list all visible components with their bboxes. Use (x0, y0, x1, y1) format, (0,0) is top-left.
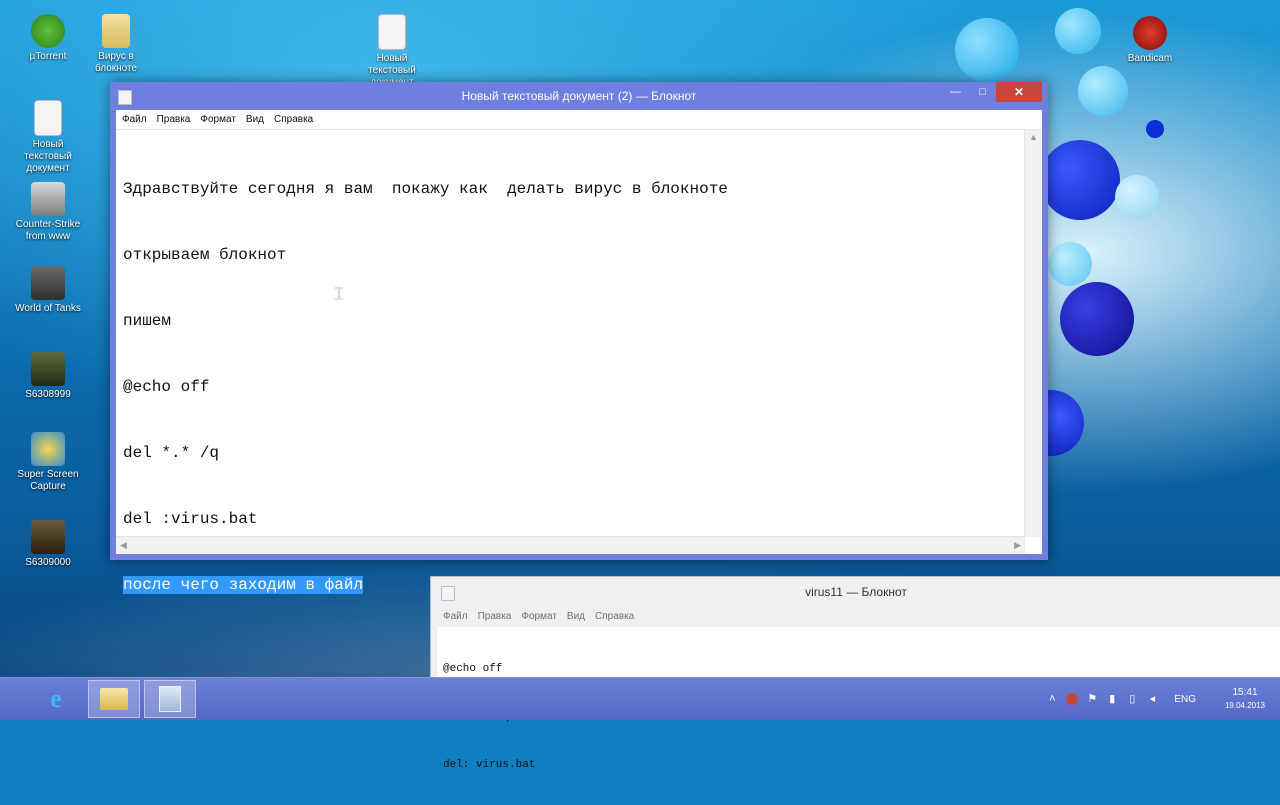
clock-date: 19.04.2013 (1224, 701, 1266, 710)
notepad-icon (118, 90, 132, 105)
desktop-icon-label: Super Screen Capture (17, 469, 79, 492)
wallpaper-bubble (955, 18, 1019, 82)
wallpaper-bubble (1078, 66, 1128, 116)
taskbar-internet-explorer[interactable]: e (30, 680, 82, 718)
taskbar-notepad[interactable] (144, 680, 196, 718)
network-icon[interactable]: ▮ (1106, 693, 1118, 705)
notepad-icon (441, 586, 455, 601)
scroll-right-arrow-icon[interactable]: ▶ (1014, 540, 1021, 551)
wallpaper-bubble (1048, 390, 1084, 456)
menu-file[interactable]: Файл (122, 110, 147, 129)
screen-capture-icon (31, 432, 65, 466)
wallpaper-bubble (1060, 282, 1134, 356)
counter-strike-icon (31, 182, 65, 216)
taskbar: e ˄ ⚑ ▮ ▯ ◂ ENG 15:41 19.04.2013 (0, 677, 1280, 720)
desktop-icon-text-document[interactable]: Новый текстовый документ (12, 100, 84, 175)
title-bar[interactable]: Новый текстовый документ (2) — Блокнот —… (110, 82, 1048, 110)
internet-explorer-icon: e (50, 684, 62, 713)
flag-icon[interactable]: ⚑ (1086, 693, 1098, 705)
text-line: @echo off (123, 378, 210, 396)
desktop-icon-label: Counter-Strike from www (15, 219, 81, 242)
folder-icon (100, 688, 128, 710)
text-cursor-icon: ⌶ (334, 286, 344, 303)
scroll-up-arrow-icon[interactable]: ▲ (1029, 132, 1038, 142)
editor-text: Здравствуйте сегодня я вам покажу как де… (123, 134, 1018, 640)
selected-text: после чего заходим в файл (123, 576, 364, 594)
text-line: открываем блокнот (123, 246, 287, 264)
text-line: del: virus.bat (443, 759, 536, 771)
desktop-icon-label: µTorrent (29, 51, 67, 62)
minimize-button[interactable]: — (942, 82, 969, 102)
world-of-tanks-icon (31, 266, 65, 300)
desktop-icon-label: S6308999 (25, 389, 71, 400)
text-line: del :virus.bat (123, 510, 258, 528)
wallpaper-bubble (1115, 175, 1159, 219)
desktop-icon-label: World of Tanks (15, 303, 81, 314)
menu-view[interactable]: Вид (567, 607, 585, 627)
text-line: пишем (123, 312, 172, 330)
wallpaper-bubble (1055, 8, 1101, 54)
desktop-icon-label: S6309000 (25, 557, 71, 568)
menu-edit[interactable]: Правка (157, 110, 191, 129)
video-file-icon (31, 352, 65, 386)
language-indicator[interactable]: ENG (1174, 694, 1196, 705)
wallpaper-bubble (1146, 120, 1164, 138)
text-line: Здравствуйте сегодня я вам покажу как де… (123, 180, 728, 198)
desktop-icon-label: Bandicam (1127, 53, 1173, 64)
title-bar[interactable]: virus11 — Блокнот (431, 577, 1280, 607)
desktop-icon-utorrent[interactable]: µTorrent (12, 14, 84, 63)
notepad-window-main[interactable]: Новый текстовый документ (2) — Блокнот —… (110, 82, 1048, 594)
show-hidden-icons-icon[interactable]: ˄ (1046, 693, 1058, 705)
desktop-icon-s6308999[interactable]: S6308999 (12, 352, 84, 401)
clock-time: 15:41 (1232, 687, 1258, 698)
video-file-icon (31, 520, 65, 554)
notepad-window-virus11[interactable]: virus11 — Блокнот Файл Правка Формат Вид… (430, 576, 1280, 771)
bandicam-icon (1133, 16, 1167, 50)
taskbar-file-explorer[interactable] (88, 680, 140, 718)
desktop-icon-virus-folder[interactable]: Вирус в блокноте (80, 14, 152, 75)
close-button[interactable]: ✕ (996, 82, 1042, 102)
scroll-left-arrow-icon[interactable]: ◀ (120, 540, 127, 551)
volume-icon[interactable]: ◂ (1146, 693, 1158, 705)
menu-format[interactable]: Формат (200, 110, 236, 129)
battery-icon[interactable]: ▯ (1126, 693, 1138, 705)
desktop-icon-label: Вирус в блокноте (94, 51, 138, 74)
menu-bar: Файл Правка Формат Вид Справка (116, 110, 1042, 130)
menu-view[interactable]: Вид (246, 110, 264, 129)
horizontal-scrollbar[interactable]: ◀ ▶ (116, 536, 1025, 554)
clock[interactable]: 15:41 19.04.2013 (1210, 686, 1280, 712)
vertical-scrollbar[interactable]: ▲ (1024, 130, 1042, 537)
text-file-icon (378, 14, 406, 50)
utorrent-icon (31, 14, 65, 48)
window-title: virus11 — Блокнот (805, 585, 907, 599)
desktop-icon-counter-strike[interactable]: Counter-Strike from www (12, 182, 84, 243)
text-line: @echo off (443, 663, 503, 675)
desktop-icon-label: Новый текстовый документ (24, 139, 72, 174)
menu-bar: Файл Правка Формат Вид Справка (437, 607, 1280, 627)
menu-help[interactable]: Справка (595, 607, 634, 627)
system-tray: ˄ ⚑ ▮ ▯ ◂ ENG 15:41 19.04.2013 (1042, 678, 1280, 720)
desktop-icon-s6309000[interactable]: S6309000 (12, 520, 84, 569)
desktop-icon-text-document-top[interactable]: Новый текстовый документ (356, 14, 428, 89)
notepad-icon (159, 686, 181, 712)
bandicam-tray-icon[interactable] (1066, 693, 1079, 705)
wallpaper-bubble (1040, 140, 1120, 220)
menu-format[interactable]: Формат (521, 607, 557, 627)
folder-icon (102, 14, 130, 48)
text-file-icon (34, 100, 62, 136)
menu-edit[interactable]: Правка (478, 607, 512, 627)
desktop-icon-world-of-tanks[interactable]: World of Tanks (12, 266, 84, 315)
caption-buttons: — □ ✕ (942, 82, 1042, 102)
desktop-icon-super-screen-capture[interactable]: Super Screen Capture (12, 432, 84, 493)
text-line: del *.* /q (123, 444, 220, 462)
maximize-button[interactable]: □ (969, 82, 996, 102)
menu-help[interactable]: Справка (274, 110, 313, 129)
desktop-icon-bandicam[interactable]: Bandicam (1114, 16, 1186, 65)
menu-file[interactable]: Файл (443, 607, 468, 627)
wallpaper-bubble (1048, 242, 1092, 286)
window-title: Новый текстовый документ (2) — Блокнот (461, 89, 697, 103)
text-editor[interactable]: Здравствуйте сегодня я вам покажу как де… (116, 130, 1042, 594)
